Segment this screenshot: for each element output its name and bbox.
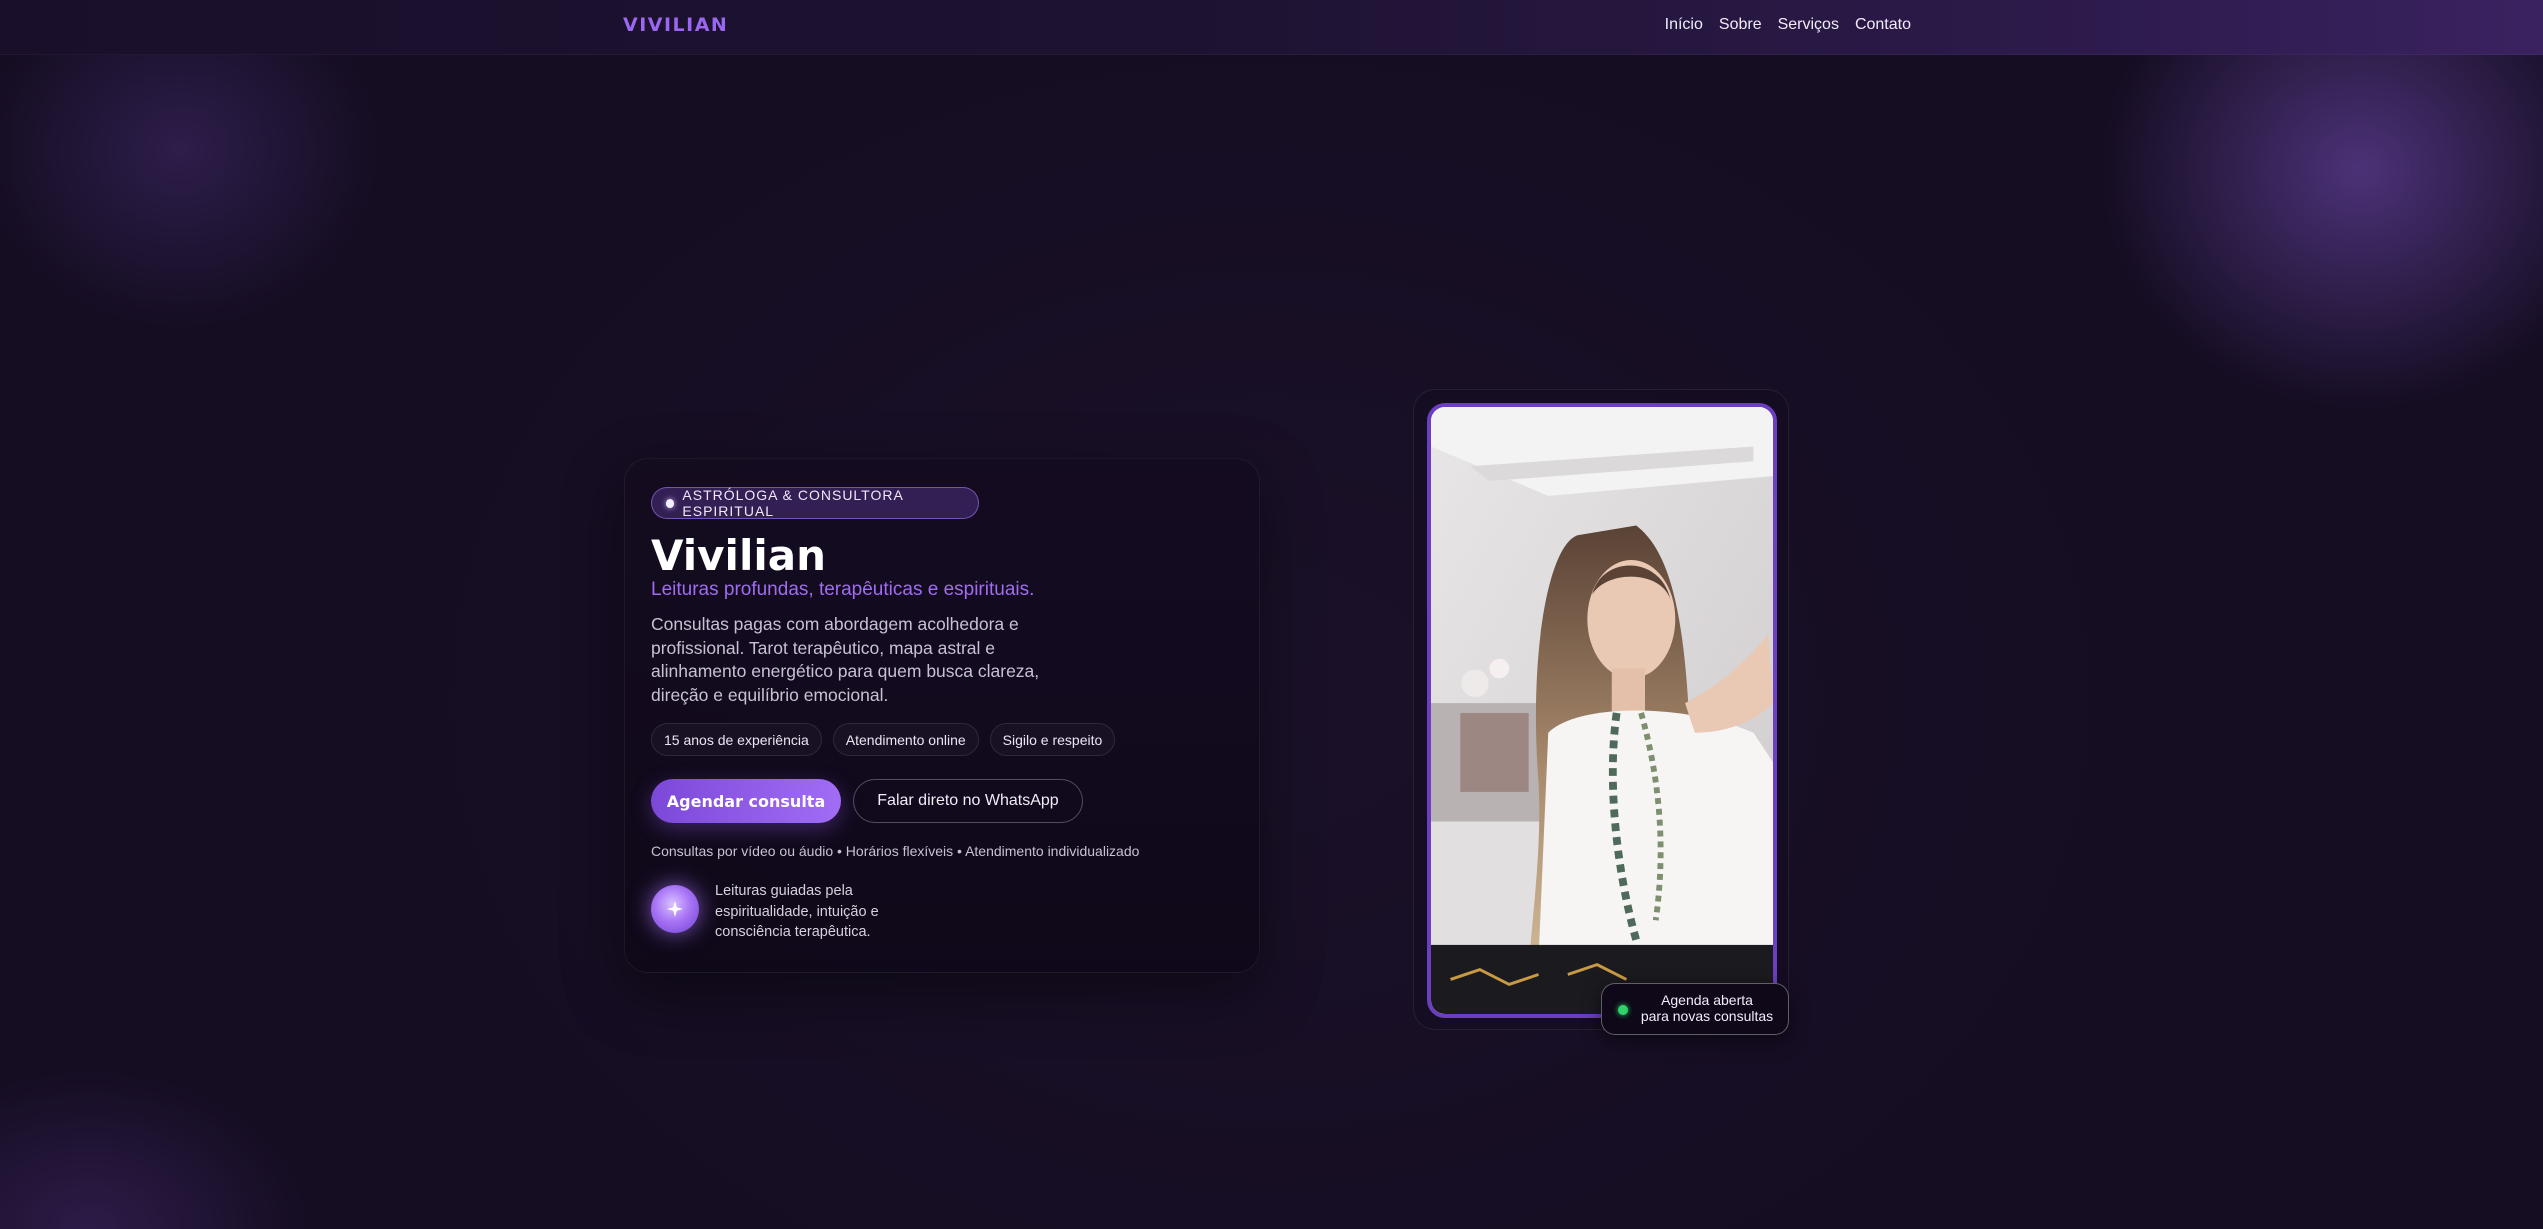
availability-text: Agenda aberta para novas consultas: [1632, 992, 1782, 1024]
availability-line-2: para novas consultas: [1640, 1008, 1774, 1024]
whatsapp-button[interactable]: Falar direto no WhatsApp: [853, 779, 1083, 823]
role-badge-label: ASTRÓLOGA & CONSULTORA ESPIRITUAL: [682, 487, 904, 519]
consultation-note: Consultas por vídeo ou áudio • Horários …: [651, 843, 1140, 859]
schedule-button[interactable]: Agendar consulta: [651, 779, 841, 823]
feature-tags: 15 anos de experiência Atendimento onlin…: [651, 723, 1116, 756]
nav-link-inicio[interactable]: Início: [1665, 16, 1703, 34]
portrait-illustration: [1431, 407, 1773, 1014]
main-nav: Início Sobre Serviços Contato: [1665, 16, 1911, 34]
spirituality-text: Leituras guiadas pela espiritualidade, i…: [715, 883, 879, 940]
nav-link-sobre[interactable]: Sobre: [1719, 16, 1762, 34]
site-logo[interactable]: VIVILIAN: [623, 14, 728, 36]
tag-experience: 15 anos de experiência: [651, 723, 822, 756]
top-header: VIVILIAN Início Sobre Serviços Contato: [0, 0, 2543, 55]
sparkle-glyph: [666, 900, 684, 918]
tag-privacy: Sigilo e respeito: [989, 723, 1116, 756]
badge-dot-icon: [666, 498, 675, 508]
sparkle-icon: [651, 885, 699, 933]
hero-title: Vivilian: [651, 531, 826, 580]
portrait-frame: [1413, 389, 1789, 1030]
hero-card: ASTRÓLOGA & CONSULTORA ESPIRITUAL Vivili…: [624, 458, 1260, 973]
page: VIVILIAN Início Sobre Serviços Contato A…: [0, 0, 2543, 1229]
tag-online: Atendimento online: [832, 723, 979, 756]
availability-badge: Agenda aberta para novas consultas: [1601, 983, 1789, 1035]
availability-line-1: Agenda aberta: [1661, 992, 1753, 1008]
nav-link-contato[interactable]: Contato: [1855, 16, 1911, 34]
online-status-dot-icon: [1618, 1005, 1628, 1015]
role-badge: ASTRÓLOGA & CONSULTORA ESPIRITUAL: [651, 487, 979, 519]
portrait-photo: [1427, 403, 1777, 1018]
hero-subtitle: Leituras profundas, terapêuticas e espir…: [651, 579, 1035, 600]
nav-link-servicos[interactable]: Serviços: [1778, 16, 1839, 34]
hero-description: Consultas pagas com abordagem acolhedora…: [651, 614, 1040, 705]
